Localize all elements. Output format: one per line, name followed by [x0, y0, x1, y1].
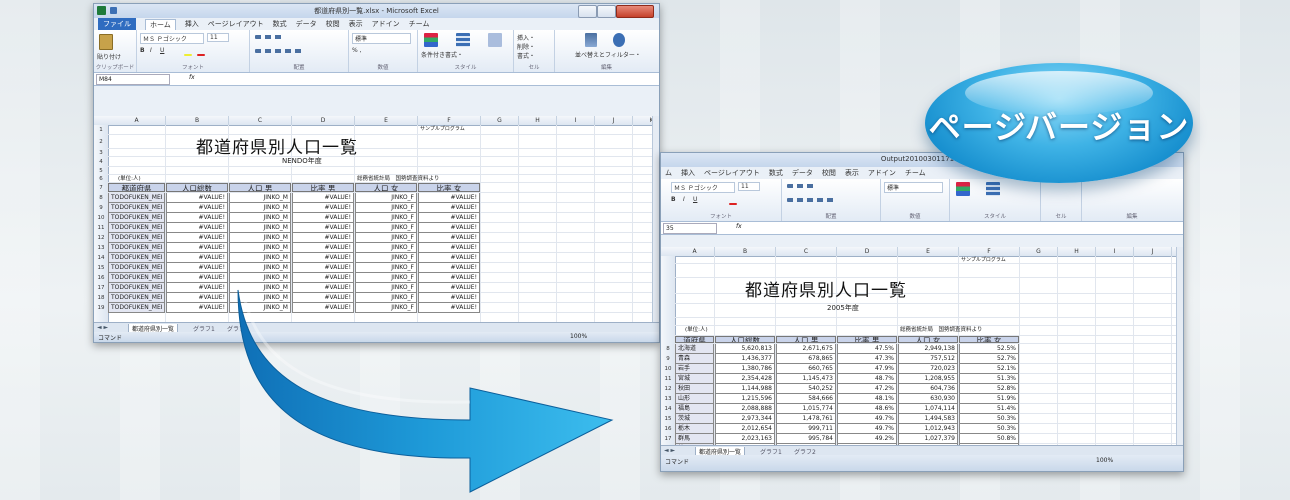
curved-arrow — [237, 289, 614, 493]
badge-label: ページバージョン — [928, 108, 1190, 146]
page-version-badge: ページバージョン — [925, 63, 1193, 183]
